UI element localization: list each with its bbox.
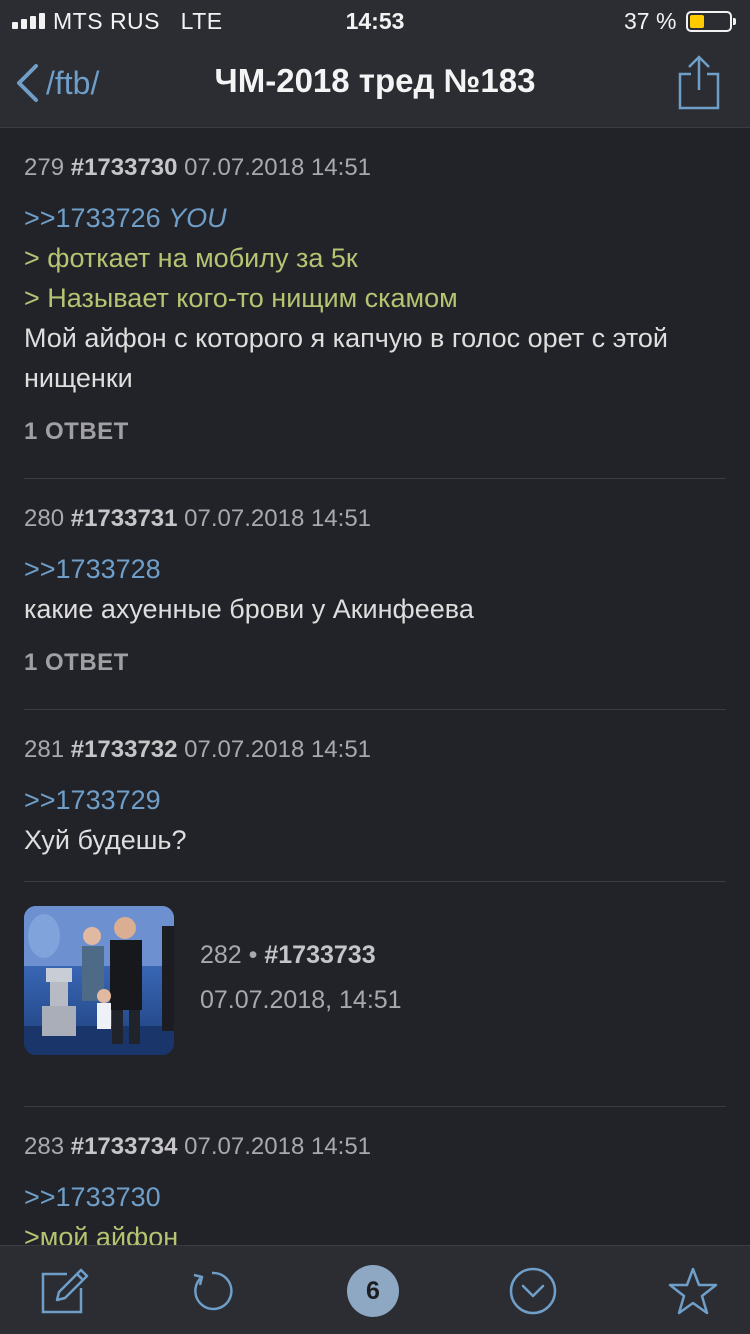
post-date: 07.07.2018 14:51	[184, 154, 372, 181]
post-text: какие ахуенные брови у Акинфеева	[24, 594, 474, 624]
post-meta: 279 #1733730 07.07.2018 14:51	[24, 152, 726, 184]
post-number: 282 •	[200, 941, 258, 969]
post: 283 #1733734 07.07.2018 14:51 >>1733730 …	[24, 1131, 726, 1245]
refresh-icon	[193, 1271, 233, 1311]
post-date: 07.07.2018, 14:51	[200, 986, 402, 1014]
post-date: 07.07.2018 14:51	[184, 505, 372, 532]
new-posts-counter[interactable]: 6	[347, 1265, 399, 1317]
post-text: Хуй будешь?	[24, 825, 187, 855]
greentext-line: > фоткает на мобилу за 5к	[24, 243, 358, 273]
compose-button[interactable]	[38, 1265, 90, 1317]
post-id[interactable]: #1733734	[71, 1133, 178, 1160]
post-id[interactable]: #1733730	[71, 154, 178, 181]
answers-button[interactable]: 1 ОТВЕТ	[24, 649, 726, 677]
post-id[interactable]: #1733733	[264, 941, 375, 969]
image-post-meta: 282 • #1733733 07.07.2018, 14:51	[200, 941, 402, 1015]
divider	[24, 709, 726, 710]
answers-button[interactable]: 1 ОТВЕТ	[24, 418, 726, 446]
thread-content[interactable]: 279 #1733730 07.07.2018 14:51 >>1733726 …	[0, 129, 750, 1245]
star-icon	[668, 1267, 718, 1315]
post: 280 #1733731 07.07.2018 14:51 >>1733728 …	[24, 503, 726, 677]
reply-link[interactable]: >>1733728	[24, 554, 161, 584]
post-number: 280	[24, 505, 65, 532]
reply-link[interactable]: >>1733730	[24, 1182, 161, 1212]
status-bar: MTS RUS LTE 14:53 37 %	[0, 0, 750, 40]
post-number: 279	[24, 154, 65, 181]
reply-link[interactable]: >>1733726	[24, 203, 161, 233]
battery-percent: 37 %	[624, 8, 677, 34]
greentext-line: >мой айфон	[24, 1222, 179, 1245]
favorite-button[interactable]	[667, 1265, 719, 1317]
post-date: 07.07.2018 14:51	[184, 736, 372, 763]
divider	[24, 1106, 726, 1107]
compose-icon	[41, 1268, 89, 1314]
greentext-line: > Называет кого-то нищим скамом	[24, 283, 458, 313]
count-badge: 6	[347, 1265, 399, 1317]
post-meta: 281 #1733732 07.07.2018 14:51	[24, 734, 726, 766]
post-text: Мой айфон с которого я капчую в голос ор…	[24, 323, 669, 393]
share-icon	[678, 55, 720, 110]
post-meta: 283 #1733734 07.07.2018 14:51	[24, 1131, 726, 1163]
refresh-button[interactable]	[186, 1265, 238, 1317]
divider	[24, 881, 726, 882]
bottom-toolbar: 6	[0, 1245, 750, 1334]
post-meta: 280 #1733731 07.07.2018 14:51	[24, 503, 726, 535]
post-number: 283	[24, 1133, 65, 1160]
scroll-down-button[interactable]	[507, 1265, 559, 1317]
reply-link[interactable]: >>1733729	[24, 785, 161, 815]
photo-image	[24, 906, 174, 1055]
post-number: 281	[24, 736, 65, 763]
page-title: ЧМ-2018 тред №183	[214, 62, 536, 99]
post: 279 #1733730 07.07.2018 14:51 >>1733726 …	[24, 152, 726, 446]
post-id[interactable]: #1733731	[71, 505, 178, 532]
battery-icon	[686, 11, 736, 32]
post-date: 07.07.2018 14:51	[184, 1133, 372, 1160]
post: 281 #1733732 07.07.2018 14:51 >>1733729 …	[24, 734, 726, 860]
post-image-thumbnail[interactable]	[24, 906, 174, 1055]
top-bar: MTS RUS LTE 14:53 37 % /ftb/ ЧМ-2018 тре…	[0, 0, 750, 128]
post-id[interactable]: #1733732	[71, 736, 178, 763]
divider	[24, 478, 726, 479]
chevron-down-circle-icon	[509, 1267, 557, 1315]
you-marker: YOU	[168, 203, 227, 233]
share-button[interactable]	[676, 54, 722, 110]
